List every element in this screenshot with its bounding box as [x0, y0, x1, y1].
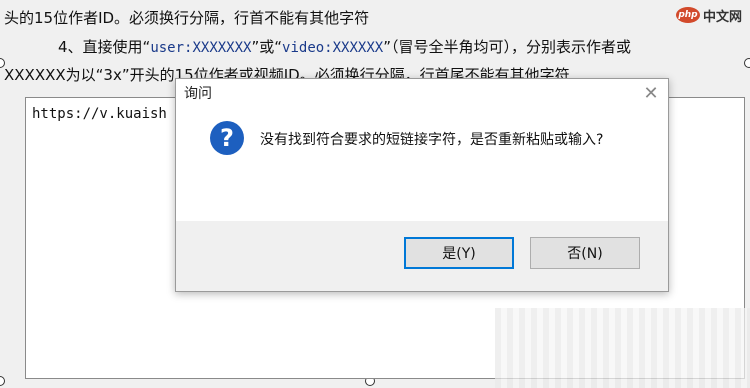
url-input-value: https://v.kuaish [32, 106, 167, 122]
php-logo-icon: php [675, 7, 700, 23]
watermark-text: 中文网 [702, 9, 742, 25]
watermark: php 中文网 [675, 2, 742, 28]
dialog-titlebar[interactable]: 询问 ✕ [176, 79, 668, 107]
doc-text-line-2: 4、直接使用“user:XXXXXXX”或“video:XXXXXX”（冒号全半… [58, 38, 631, 56]
dialog-title: 询问 [184, 86, 212, 102]
dialog-body [176, 107, 668, 221]
resize-handle-right[interactable] [744, 58, 750, 68]
close-icon: ✕ [643, 82, 659, 104]
query-dialog: 询问 ✕ ? 没有找到符合要求的短链接字符，是否重新粘贴或输入? 是(Y) 否(… [175, 78, 669, 292]
question-icon: ? [210, 121, 244, 155]
resize-handle-bottom-left[interactable] [0, 376, 5, 386]
dialog-message: 没有找到符合要求的短链接字符，是否重新粘贴或输入? [260, 132, 604, 148]
doc-text-line-1: 头的15位作者ID。必须换行分隔，行首不能有其他字符 [4, 9, 370, 27]
blurred-region [495, 308, 750, 388]
yes-button[interactable]: 是(Y) [404, 237, 514, 269]
no-button[interactable]: 否(N) [530, 237, 640, 269]
close-button[interactable]: ✕ [638, 81, 664, 105]
